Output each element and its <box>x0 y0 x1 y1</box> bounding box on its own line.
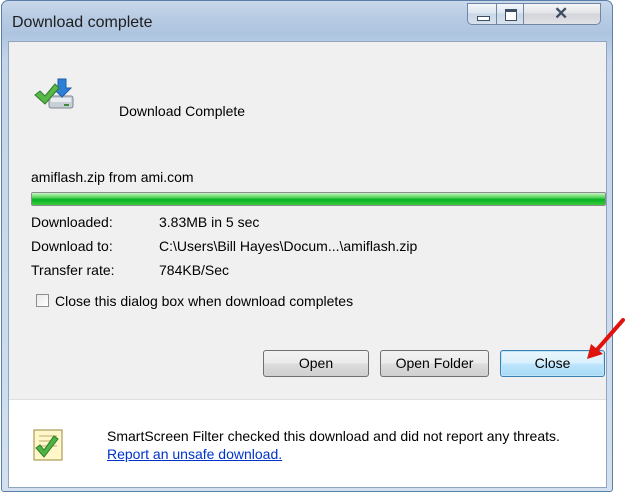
downloaded-label: Downloaded: <box>31 214 113 230</box>
download-to-label: Download to: <box>31 238 113 254</box>
transfer-rate-value: 784KB/Sec <box>159 262 230 278</box>
download-status: Download Complete <box>119 103 246 119</box>
close-when-complete-label[interactable]: Close this dialog box when download comp… <box>55 293 353 309</box>
smartscreen-icon <box>33 429 63 461</box>
minimize-button[interactable] <box>467 3 497 25</box>
transfer-rate-label: Transfer rate: <box>31 262 115 278</box>
open-button[interactable]: Open <box>263 350 369 377</box>
downloaded-value: 3.83MB in 5 sec <box>159 214 260 230</box>
download-to-value: C:\Users\Bill Hayes\Docum...\amiflash.zi… <box>159 238 418 254</box>
dialog-body: Download Complete amiflash.zip from ami.… <box>8 41 607 488</box>
title-close-button[interactable]: ✕ <box>523 3 601 25</box>
smartscreen-message: SmartScreen Filter checked this download… <box>107 427 597 463</box>
download-complete-icon <box>34 78 74 109</box>
download-info-panel: Download Complete amiflash.zip from ami.… <box>9 42 606 399</box>
maximize-icon <box>505 9 517 21</box>
close-when-complete-checkbox[interactable] <box>36 294 49 307</box>
close-icon: ✕ <box>554 4 569 23</box>
title-bar[interactable]: Download complete ✕ <box>2 1 612 41</box>
smartscreen-text: SmartScreen Filter checked this download… <box>107 428 560 444</box>
minimize-icon <box>477 16 490 21</box>
download-complete-dialog: Download complete ✕ Download Complete am… <box>1 0 613 492</box>
maximize-button[interactable] <box>496 3 524 25</box>
report-unsafe-download-link[interactable]: Report an unsafe download. <box>107 446 282 462</box>
annotation-arrow-icon <box>587 318 625 359</box>
download-filename: amiflash.zip from ami.com <box>31 169 194 185</box>
progress-fill <box>32 193 605 205</box>
smartscreen-panel: SmartScreen Filter checked this download… <box>9 399 606 487</box>
window-title: Download complete <box>12 14 153 31</box>
open-folder-button[interactable]: Open Folder <box>380 350 489 377</box>
progress-bar <box>31 192 606 206</box>
